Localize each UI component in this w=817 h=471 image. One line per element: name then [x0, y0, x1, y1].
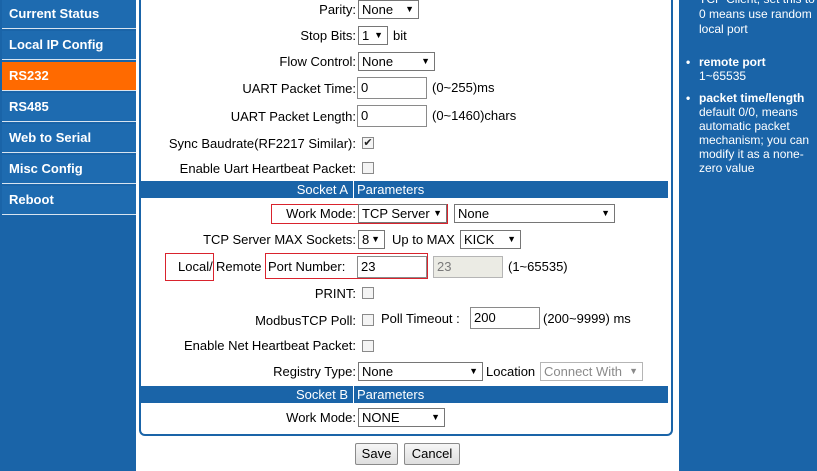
- up-to-max-label: Up to MAX: [392, 232, 455, 247]
- uart-packet-time-hint: (0~255)ms: [432, 80, 495, 95]
- socket-b-work-mode-select[interactable]: NONE: [358, 408, 445, 427]
- print-checkbox[interactable]: [362, 287, 374, 299]
- remote-label: Remote: [216, 259, 262, 274]
- flow-control-select[interactable]: None: [358, 52, 435, 71]
- socket-a-subtitle: Parameters: [357, 182, 425, 197]
- work-mode-label: Work Mode:: [286, 206, 356, 221]
- socket-b-header: Socket B Parameters: [141, 386, 668, 403]
- uart-heartbeat-checkbox[interactable]: [362, 162, 374, 174]
- uart-heartbeat-label: Enable Uart Heartbeat Packet:: [179, 161, 356, 176]
- socket-a-title: Socket A: [296, 182, 348, 197]
- socket-b-work-mode-label: Work Mode:: [286, 410, 356, 425]
- local-port-input[interactable]: 23: [357, 256, 427, 278]
- poll-timeout-label: Poll Timeout :: [381, 311, 460, 326]
- uart-packet-length-hint: (0~1460)chars: [432, 108, 517, 123]
- uart-packet-time-input[interactable]: 0: [357, 77, 427, 99]
- header-divider: [353, 181, 354, 198]
- stop-bits-select[interactable]: 1: [358, 26, 388, 45]
- port-hint: (1~65535): [508, 259, 568, 274]
- registry-type-select[interactable]: None: [358, 362, 483, 381]
- location-label: Location: [486, 364, 536, 379]
- poll-timeout-input[interactable]: 200: [470, 307, 540, 329]
- cancel-button[interactable]: Cancel: [404, 443, 460, 465]
- header-divider: [353, 386, 354, 403]
- socket-a-header: Socket A Parameters: [141, 181, 668, 198]
- save-button[interactable]: Save: [355, 443, 398, 465]
- help-desc: default 0/0, means automatic packet mech…: [699, 105, 810, 175]
- modbus-label: ModbusTCP Poll:: [255, 313, 356, 328]
- net-heartbeat-label: Enable Net Heartbeat Packet:: [184, 338, 356, 353]
- work-mode-secondary-select[interactable]: None: [454, 204, 615, 223]
- socket-b-title: Socket B: [295, 387, 348, 402]
- poll-timeout-hint: (200~9999) ms: [543, 311, 631, 326]
- nav-item-web-to-serial[interactable]: Web to Serial: [2, 124, 136, 153]
- help-panel: TCP Client, set this to 0 means use rand…: [679, 0, 817, 471]
- nav-item-current-status[interactable]: Current Status: [2, 0, 136, 29]
- port-number-label: Port Number:: [268, 259, 346, 274]
- main-content: Parity: None Stop Bits: 1 bit Flow Contr…: [136, 0, 679, 471]
- max-sockets-select[interactable]: 8: [358, 230, 385, 249]
- nav-item-rs485[interactable]: RS485: [2, 93, 136, 122]
- nav-item-rs232[interactable]: RS232: [2, 62, 136, 91]
- help-term: packet time/length: [699, 91, 805, 105]
- help-item-remote-port: remote port 1~65535: [686, 55, 815, 83]
- uart-packet-length-label: UART Packet Length:: [230, 109, 356, 124]
- sync-baudrate-label: Sync Baudrate(RF2217 Similar):: [168, 136, 356, 151]
- socket-b-subtitle: Parameters: [357, 387, 425, 402]
- flow-control-label: Flow Control:: [279, 54, 356, 69]
- nav-item-misc-config[interactable]: Misc Config: [2, 155, 136, 184]
- stop-bits-unit: bit: [393, 28, 407, 43]
- nav-item-reboot[interactable]: Reboot: [2, 186, 136, 215]
- max-sockets-label: TCP Server MAX Sockets:: [203, 232, 356, 247]
- modbus-checkbox[interactable]: [362, 314, 374, 326]
- help-intro: TCP Client, set this to 0 means use rand…: [699, 0, 815, 36]
- location-select: Connect With: [540, 362, 643, 381]
- uart-packet-time-label: UART Packet Time:: [242, 81, 356, 96]
- parity-select[interactable]: None: [358, 0, 419, 19]
- remote-port-input: 23: [433, 256, 503, 278]
- left-nav: Current Status Local IP Config RS232 RS4…: [0, 0, 136, 471]
- print-label: PRINT:: [314, 286, 356, 301]
- uart-packet-length-input[interactable]: 0: [357, 105, 427, 127]
- help-item-packet: packet time/length default 0/0, means au…: [686, 91, 815, 175]
- local-label: Local/: [178, 259, 213, 274]
- parity-label: Parity:: [319, 2, 356, 17]
- net-heartbeat-checkbox[interactable]: [362, 340, 374, 352]
- nav-item-local-ip-config[interactable]: Local IP Config: [2, 31, 136, 60]
- registry-type-label: Registry Type:: [273, 364, 356, 379]
- help-term: remote port: [699, 55, 766, 69]
- max-policy-select[interactable]: KICK: [460, 230, 521, 249]
- help-desc: 1~65535: [699, 69, 747, 83]
- sync-baudrate-checkbox[interactable]: ✔: [362, 137, 374, 149]
- work-mode-select[interactable]: TCP Server: [358, 204, 447, 223]
- stop-bits-label: Stop Bits:: [300, 28, 356, 43]
